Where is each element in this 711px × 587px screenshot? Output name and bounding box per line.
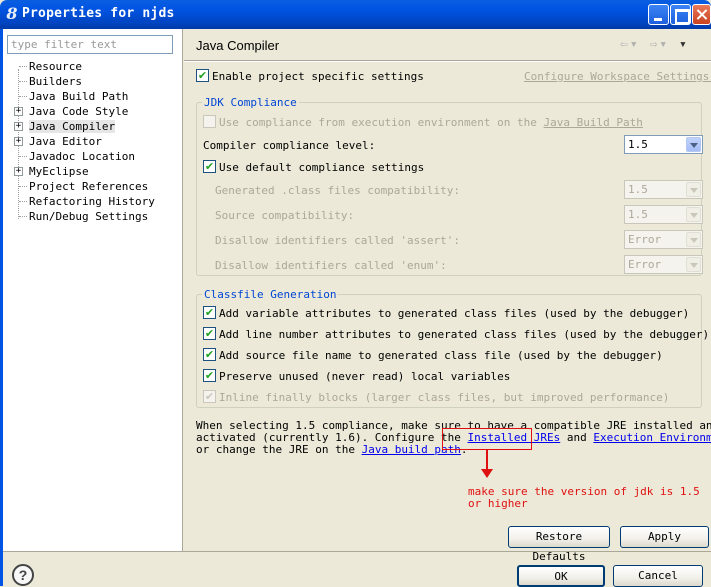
enable-project-specific-checkbox[interactable]: ✔	[196, 69, 209, 82]
minimize-button[interactable]	[648, 4, 669, 25]
annotation-text: make sure the version of jdk is 1.5 or h…	[468, 485, 700, 510]
java-build-path-env-link[interactable]: Java Build Path	[544, 116, 643, 129]
help-icon[interactable]: ?	[12, 564, 34, 586]
tree-item-myeclipse[interactable]: MyEclipse	[29, 164, 89, 179]
tree-connector	[19, 156, 27, 157]
expand-java-code-style-icon[interactable]: +	[14, 107, 23, 116]
compliance-level-label: Compiler compliance level:	[203, 139, 376, 152]
preference-tree-pane: Resource Builders Java Build Path + Java…	[3, 29, 183, 551]
disallow-assert-select[interactable]: Error	[624, 230, 703, 249]
apply-button[interactable]: Apply	[620, 526, 709, 548]
annotation-arrow-head-icon	[481, 469, 493, 478]
compliance-level-select[interactable]: 1.5	[624, 135, 703, 154]
restore-defaults-button[interactable]: Restore Defaults	[508, 526, 610, 563]
use-default-compliance-checkbox[interactable]: ✔	[203, 160, 216, 173]
chevron-down-icon	[686, 207, 701, 222]
inline-finally-label: Inline finally blocks (larger class file…	[219, 391, 670, 404]
filter-input[interactable]	[7, 35, 173, 54]
tree-item-run-debug-settings[interactable]: Run/Debug Settings	[29, 209, 148, 224]
tree-item-javadoc-location[interactable]: Javadoc Location	[29, 149, 135, 164]
ok-button[interactable]: OK	[517, 565, 605, 587]
annotation-highlight-box	[442, 428, 532, 450]
source-compat-label: Source compatibility:	[215, 209, 355, 222]
enable-project-specific-label: Enable project specific settings	[212, 70, 424, 83]
tree-item-resource[interactable]: Resource	[29, 59, 82, 74]
disallow-enum-label: Disallow identifiers called 'enum':	[215, 259, 447, 272]
info-line-3: or change the JRE on the Java build path…	[196, 443, 468, 456]
page-title: Java Compiler	[196, 38, 280, 53]
preserve-unused-checkbox[interactable]: ✔	[203, 369, 216, 382]
disallow-assert-label: Disallow identifiers called 'assert':	[215, 234, 461, 247]
window-title: Properties for njds	[22, 6, 175, 21]
eclipse-app-icon: 8	[6, 4, 18, 23]
use-default-compliance-label: Use default compliance settings	[219, 161, 425, 174]
cancel-button[interactable]: Cancel	[613, 565, 703, 587]
view-menu-icon[interactable]: ▾	[679, 37, 689, 52]
add-line-number-checkbox[interactable]: ✔	[203, 327, 216, 340]
preserve-unused-label: Preserve unused (never read) local varia…	[219, 370, 511, 383]
chevron-down-icon	[686, 232, 701, 247]
compliance-level-value: 1.5	[628, 138, 648, 151]
close-button[interactable]	[692, 4, 711, 25]
expand-java-editor-icon[interactable]: +	[14, 137, 23, 146]
tree-item-project-references[interactable]: Project References	[29, 179, 148, 194]
chevron-down-icon	[686, 137, 701, 152]
tree-item-builders[interactable]: Builders	[29, 74, 82, 89]
tree-connector	[19, 186, 27, 187]
footer-separator	[3, 551, 711, 552]
tree-item-java-build-path[interactable]: Java Build Path	[29, 89, 128, 104]
chevron-down-icon	[686, 182, 701, 197]
tree-item-java-compiler[interactable]: Java Compiler	[29, 119, 116, 134]
add-variable-attributes-checkbox[interactable]: ✔	[203, 306, 216, 319]
configure-workspace-link[interactable]: Configure Workspace Settings...	[524, 70, 711, 83]
title-separator	[184, 60, 711, 62]
classfile-generation-title: Classfile Generation	[202, 288, 339, 301]
use-execution-env-checkbox[interactable]	[203, 115, 216, 128]
title-bar: 8 Properties for njds	[0, 0, 711, 29]
chevron-down-icon	[686, 257, 701, 272]
add-source-file-checkbox[interactable]: ✔	[203, 348, 216, 361]
generated-compat-label: Generated .class files compatibility:	[215, 184, 461, 197]
generated-compat-select[interactable]: 1.5	[624, 180, 703, 199]
tree-item-java-code-style[interactable]: Java Code Style	[29, 104, 128, 119]
tree-connector	[19, 66, 27, 67]
add-source-file-label: Add source file name to generated class …	[219, 349, 663, 362]
forward-arrow-icon[interactable]: ⇨▾	[649, 37, 669, 52]
tree-item-refactoring-history[interactable]: Refactoring History	[29, 194, 155, 209]
execution-environments-link[interactable]: Execution Environments	[593, 431, 711, 444]
history-navigation: ⇦▾ ⇨▾ ▾	[620, 37, 689, 52]
tree-connector	[19, 201, 27, 202]
expand-myeclipse-icon[interactable]: +	[14, 167, 23, 176]
use-execution-env-label: Use compliance from execution environmen…	[219, 116, 643, 129]
back-arrow-icon[interactable]: ⇦▾	[620, 37, 640, 52]
tree-connector	[19, 81, 27, 82]
expand-java-compiler-icon[interactable]: +	[14, 122, 23, 131]
tree-item-java-editor[interactable]: Java Editor	[29, 134, 102, 149]
add-line-number-label: Add line number attributes to generated …	[219, 328, 710, 341]
add-variable-attributes-label: Add variable attributes to generated cla…	[219, 307, 690, 320]
annotation-arrow-line	[486, 450, 488, 470]
tree-connector	[19, 96, 27, 97]
inline-finally-checkbox[interactable]: ✔	[203, 390, 216, 403]
tree-connector	[19, 216, 27, 217]
maximize-button[interactable]	[670, 4, 691, 25]
jdk-compliance-title: JDK Compliance	[202, 96, 299, 109]
preference-page: Java Compiler ⇦▾ ⇨▾ ▾ ✔ Enable project s…	[184, 29, 711, 563]
source-compat-select[interactable]: 1.5	[624, 205, 703, 224]
disallow-enum-select[interactable]: Error	[624, 255, 703, 274]
